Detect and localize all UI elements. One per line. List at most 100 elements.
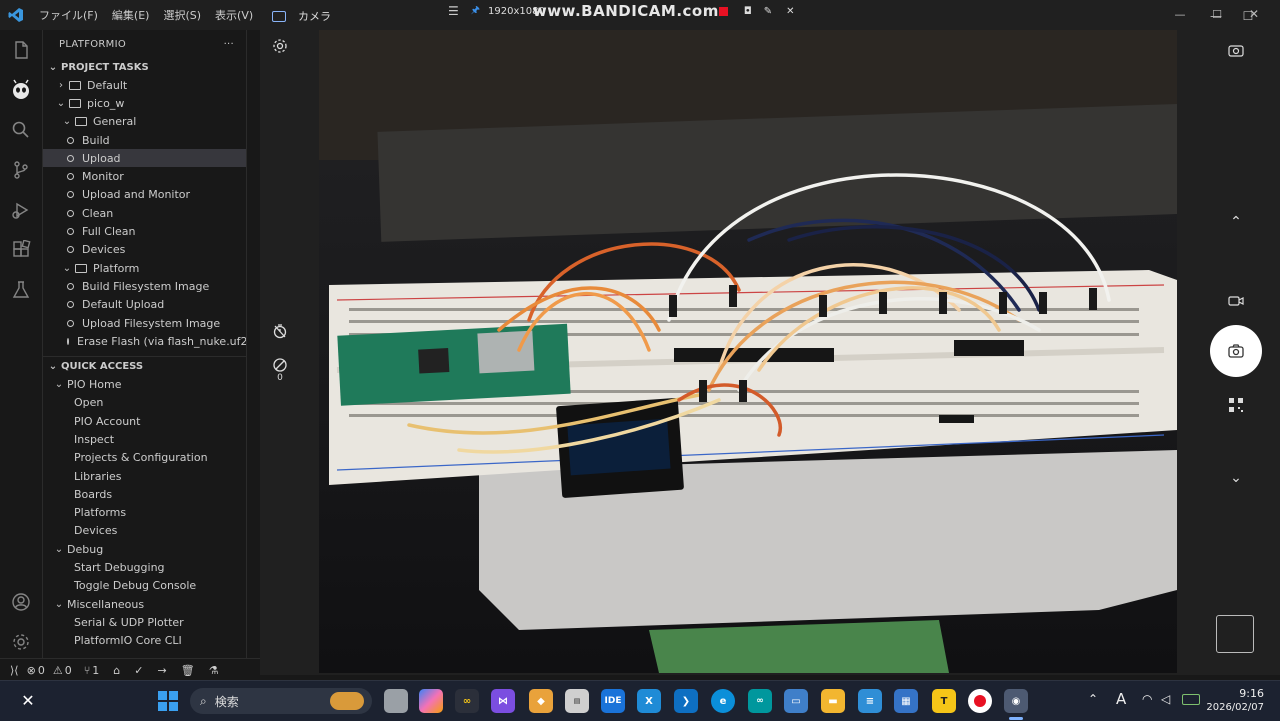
plugin-icon[interactable]: ∞ (455, 689, 479, 713)
task-full-clean[interactable]: Full Clean (43, 222, 246, 240)
copilot-icon[interactable] (419, 689, 443, 713)
arduino-icon[interactable]: ∞ (748, 689, 772, 713)
quick-serial-udp-plotter[interactable]: Serial & UDP Plotter (43, 613, 246, 631)
video-mode-icon[interactable] (1226, 291, 1246, 311)
window-minimize-button[interactable]: — (1170, 8, 1190, 24)
quick-projects-configuration[interactable]: Projects & Configuration (43, 449, 246, 467)
pin-icon[interactable]: 🖈 (471, 3, 480, 20)
take-photo-button[interactable] (1210, 325, 1262, 377)
camera-settings-button[interactable] (270, 36, 290, 56)
pio-test-icon[interactable]: ⚗ (209, 664, 219, 677)
section-quick-access[interactable]: ⌄ QUICK ACCESS (43, 357, 246, 375)
terminal-app-icon[interactable]: ▤ (565, 689, 589, 713)
settings-gear-icon[interactable] (0, 624, 42, 660)
warnings-icon[interactable]: ⚠ (53, 664, 63, 677)
tree-env-default[interactable]: › Default (43, 76, 246, 94)
menu-view[interactable]: 表示(V) (208, 7, 260, 23)
chevron-up-icon[interactable]: ⌃ (1226, 214, 1246, 234)
file-explorer-icon[interactable]: ▬ (821, 689, 845, 713)
task-view-icon[interactable] (384, 689, 408, 713)
source-control-icon[interactable] (0, 152, 42, 188)
volume-icon[interactable]: ◁ (1161, 692, 1170, 706)
pencil-icon[interactable]: ✎ (764, 6, 772, 17)
timer-off-icon[interactable] (270, 321, 290, 341)
task-build[interactable]: Build (43, 131, 246, 149)
quick-pio-account[interactable]: PIO Account (43, 412, 246, 430)
tree-group-debug[interactable]: ⌄ Debug (43, 540, 246, 558)
task-clean[interactable]: Clean (43, 204, 246, 222)
chevron-down-icon[interactable]: ⌄ (1226, 470, 1246, 490)
quick-boards[interactable]: Boards (43, 485, 246, 503)
task-upload-and-monitor[interactable]: Upload and Monitor (43, 186, 246, 204)
box-app-icon[interactable]: ◆ (529, 689, 553, 713)
wifi-icon[interactable]: ◠ (1142, 692, 1152, 706)
window-maximize-button[interactable]: ☐ (1207, 8, 1227, 24)
window-close-button[interactable]: ✕ (1244, 7, 1264, 23)
task-upload-filesystem-image[interactable]: Upload Filesystem Image (43, 314, 246, 332)
platformio-alien-icon[interactable] (0, 72, 42, 108)
remote-desktop-icon[interactable]: ▭ (784, 689, 808, 713)
battery-icon[interactable] (1182, 694, 1200, 705)
quick-libraries[interactable]: Libraries (43, 467, 246, 485)
camera-taskbar-icon[interactable]: ◉ (1004, 689, 1028, 713)
tray-chevron-up-icon[interactable]: ⌃ (1088, 692, 1098, 706)
record-stop-icon[interactable] (718, 6, 728, 16)
search-icon[interactable] (0, 112, 42, 148)
quick-devices[interactable]: Devices (43, 522, 246, 540)
start-windows-icon[interactable] (158, 691, 178, 711)
bandicam-close-icon[interactable]: ✕ (786, 6, 794, 17)
pio-build-icon[interactable]: ✓ (134, 664, 143, 677)
errors-icon[interactable]: ⊗ (27, 664, 36, 677)
pio-upload-icon[interactable]: → (158, 664, 167, 677)
task-upload[interactable]: Upload (43, 149, 246, 168)
quick-inspect[interactable]: Inspect (43, 430, 246, 448)
task-devices[interactable]: Devices (43, 241, 246, 259)
menu-selection[interactable]: 選択(S) (156, 7, 208, 23)
tree-group-miscellaneous[interactable]: ⌄ Miscellaneous (43, 595, 246, 613)
explorer-icon[interactable] (0, 32, 42, 68)
task-monitor[interactable]: Monitor (43, 167, 246, 185)
vscode-taskbar-icon[interactable]: ❯ (674, 689, 698, 713)
ide-icon[interactable]: IDE (601, 689, 625, 713)
quick-start-debugging[interactable]: Start Debugging (43, 558, 246, 576)
ports-icon[interactable]: ⑂ (84, 664, 91, 677)
section-project-tasks[interactable]: ⌄ PROJECT TASKS (43, 58, 246, 76)
pio-home-icon[interactable]: ⌂ (113, 664, 120, 677)
clock-date[interactable]: 2026/02/07 (1200, 702, 1264, 713)
task-erase-flash[interactable]: Erase Flash (via flash_nuke.uf2) (43, 332, 246, 350)
clock-time[interactable]: 9:16 (1210, 687, 1264, 700)
ime-indicator[interactable]: A (1116, 690, 1126, 708)
task-build-filesystem-image[interactable]: Build Filesystem Image (43, 277, 246, 295)
extensions-icon[interactable] (0, 232, 42, 268)
bandicam-record-icon[interactable] (968, 689, 992, 713)
quick-platforms[interactable]: Platforms (43, 504, 246, 522)
remote-icon[interactable]: ⟩⟨ (10, 664, 19, 677)
tree-group-platform[interactable]: ⌄ Platform (43, 259, 246, 277)
notepad-icon[interactable]: ≡ (858, 689, 882, 713)
gallery-thumbnail[interactable] (1216, 615, 1254, 653)
brightness-button[interactable]: 0 (270, 357, 290, 387)
edge-browser-icon[interactable]: e (711, 689, 735, 713)
run-debug-icon[interactable] (0, 192, 42, 228)
quick-open[interactable]: Open (43, 394, 246, 412)
pio-clean-icon[interactable]: 🗑 (181, 664, 195, 677)
account-icon[interactable] (0, 584, 42, 620)
visual-studio-icon[interactable]: ⋈ (491, 689, 515, 713)
calculator-icon[interactable]: ▦ (894, 689, 918, 713)
x-app-icon[interactable]: ✕ (18, 691, 38, 711)
tree-env-pico-w[interactable]: ⌄ pico_w (43, 94, 246, 112)
testing-flask-icon[interactable] (0, 272, 42, 308)
taskbar-search-box[interactable]: ⌕ 検索 (190, 688, 372, 714)
task-default-upload[interactable]: Default Upload (43, 296, 246, 314)
qr-code-icon[interactable] (1226, 395, 1246, 415)
quick-platformio-core-cli[interactable]: PlatformIO Core CLI (43, 632, 246, 650)
camera-switch-icon[interactable] (1226, 40, 1246, 60)
menu-file[interactable]: ファイル(F) (32, 7, 105, 23)
x-square-icon[interactable]: X (637, 689, 661, 713)
tree-group-general[interactable]: ⌄ General (43, 113, 246, 131)
sidebar-more-button[interactable]: ··· (224, 39, 234, 50)
menu-edit[interactable]: 編集(E) (105, 7, 157, 23)
tree-group-pio-home[interactable]: ⌄ PIO Home (43, 375, 246, 393)
menu-lines-icon[interactable]: ☰ (448, 4, 459, 18)
text-tool-icon[interactable]: T (932, 689, 956, 713)
